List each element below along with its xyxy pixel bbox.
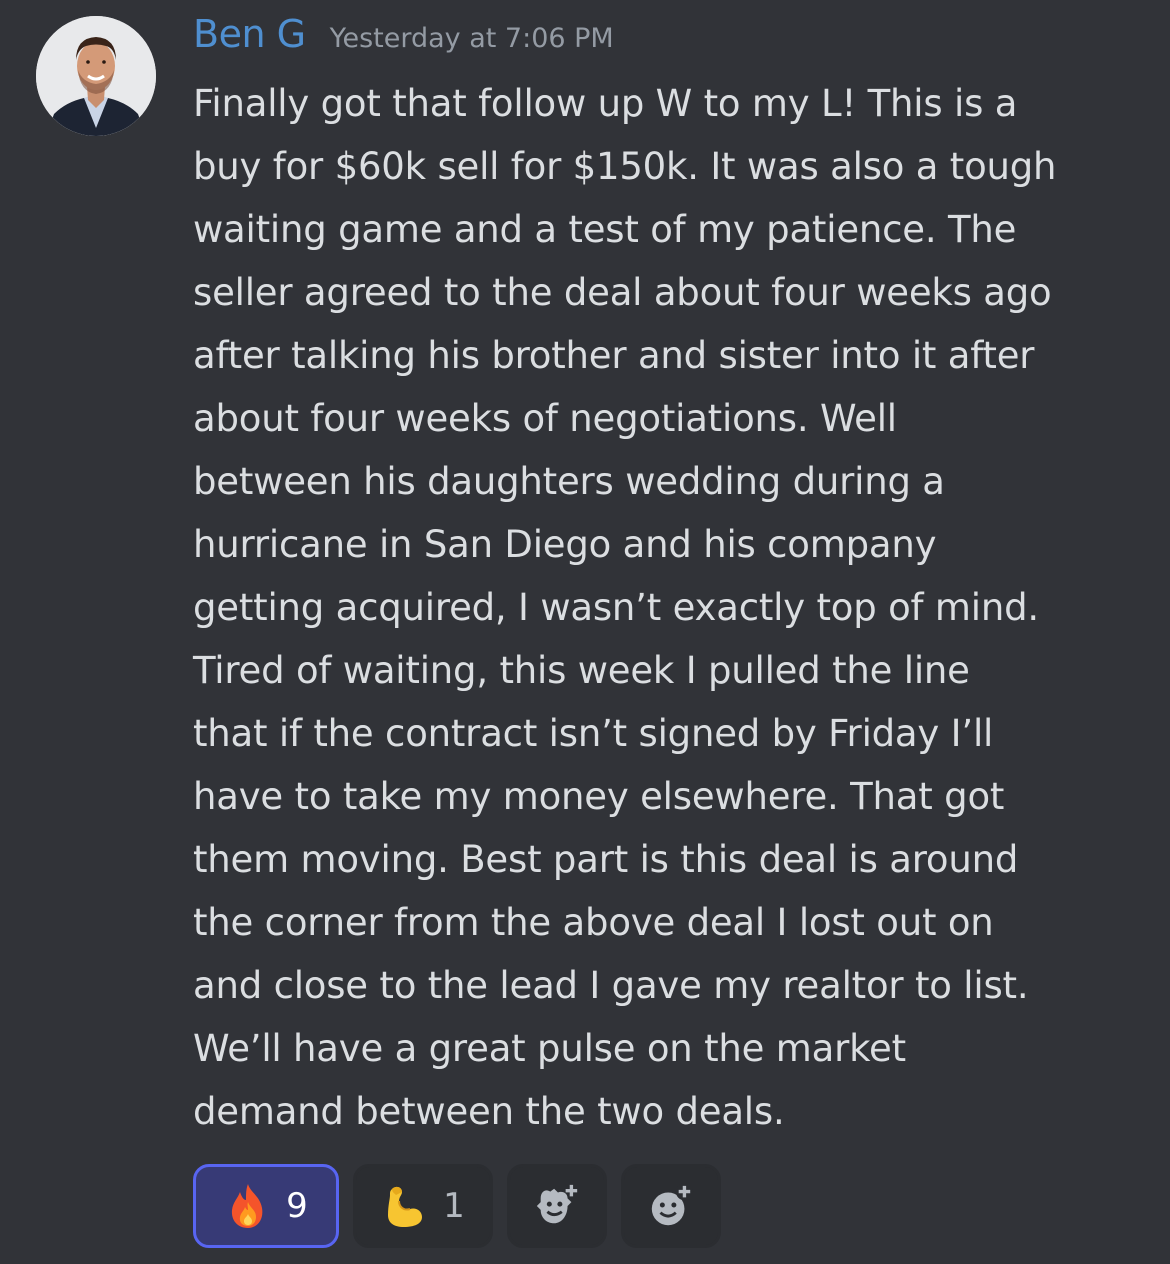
avatar-portrait-image [36,16,156,136]
message-text-line: and close to the lead I gave my realtor … [193,964,1029,1007]
message-text-line: demand between the two deals. [193,1090,785,1133]
message-text-line: We’ll have a great pulse on the market [193,1027,906,1070]
super-reaction-add-icon [533,1182,581,1230]
message-text-line: hurricane in San Diego and his company [193,523,937,566]
message-text-line: waiting game and a test of my patience. … [193,208,1017,251]
message-text-line: have to take my money elsewhere. That go… [193,775,1005,818]
reaction-fire-button[interactable]: 9 [193,1164,339,1248]
reaction-bar: 9 1 [193,1164,721,1248]
add-super-reaction-button[interactable] [507,1164,607,1248]
flexed-biceps-icon [381,1182,429,1230]
author-username[interactable]: Ben G [193,12,306,56]
message-header: Ben G Yesterday at 7:06 PM [193,12,614,68]
reaction-flexed-biceps-button[interactable]: 1 [353,1164,493,1248]
fire-icon [224,1182,272,1230]
message-timestamp[interactable]: Yesterday at 7:06 PM [330,23,614,54]
message-text-line: after talking his brother and sister int… [193,334,1035,377]
message-text-line: the corner from the above deal I lost ou… [193,901,994,944]
reaction-flexed-biceps-count: 1 [443,1186,465,1226]
add-reaction-button[interactable] [621,1164,721,1248]
message-text-line: them moving. Best part is this deal is a… [193,838,1019,881]
reaction-fire-count: 9 [286,1186,308,1226]
message-text-line: buy for $60k sell for $150k. It was also… [193,145,1057,188]
message-text-line: Finally got that follow up W to my L! Th… [193,82,1018,125]
message-content: Finally got that follow up W to my L! Th… [193,72,1153,1143]
message-text-line: that if the contract isn’t signed by Fri… [193,712,994,755]
add-reaction-smiley-icon [647,1182,695,1230]
message-text-line: Tired of waiting, this week I pulled the… [193,649,970,692]
message-text-line: about four weeks of negotiations. Well [193,397,897,440]
message-text-line: getting acquired, I wasn’t exactly top o… [193,586,1039,629]
message-text-line: between his daughters wedding during a [193,460,945,503]
message-text-line: seller agreed to the deal about four wee… [193,271,1052,314]
avatar[interactable] [36,16,156,136]
chat-message: Ben G Yesterday at 7:06 PM Finally got t… [0,0,1170,1264]
